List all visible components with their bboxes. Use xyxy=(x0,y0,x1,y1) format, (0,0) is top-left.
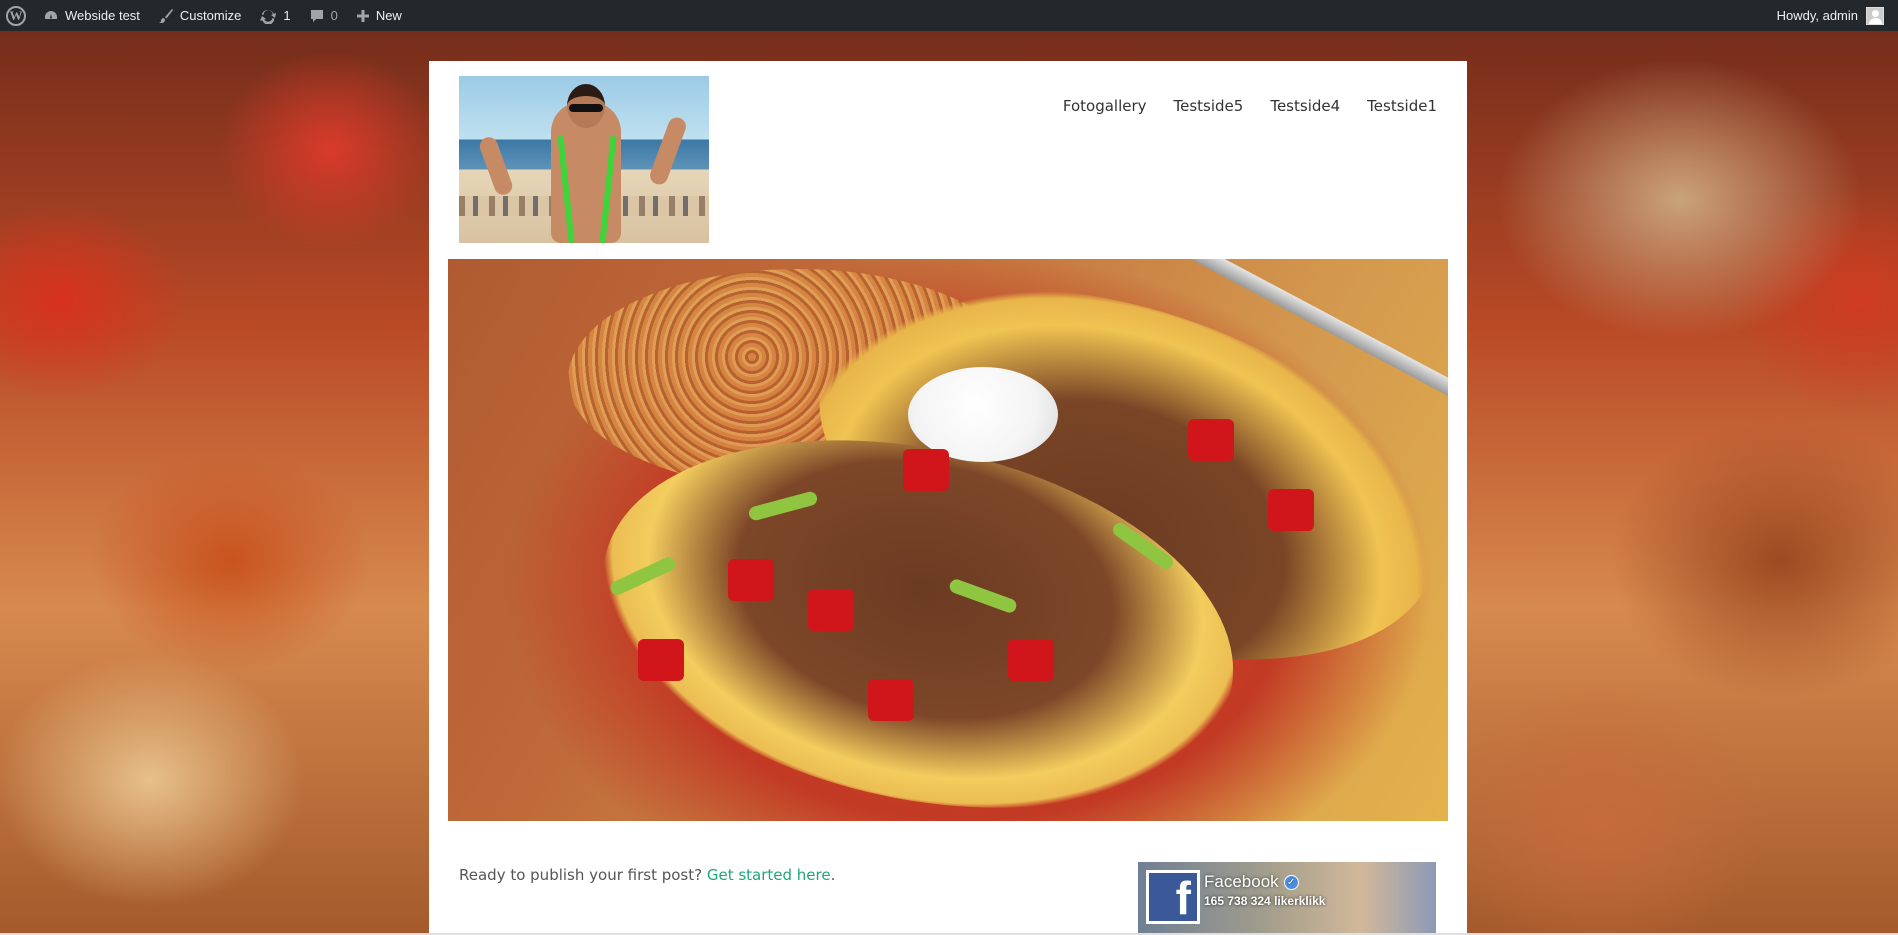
hero-sour-cream xyxy=(908,367,1058,462)
customize-label: Customize xyxy=(179,8,242,23)
hero-tomato xyxy=(1008,639,1054,681)
site-name-menu[interactable]: Webside test xyxy=(34,0,149,31)
logo-arm-right xyxy=(647,115,689,187)
verified-badge-icon: ✓ xyxy=(1283,874,1299,890)
nav-item-testside4[interactable]: Testside4 xyxy=(1243,97,1340,115)
new-label: New xyxy=(375,8,402,23)
nav-item-testside1[interactable]: Testside1 xyxy=(1340,97,1437,115)
site-header: Fotogallery Testside5 Testside4 Testside… xyxy=(429,61,1467,259)
hero-tomato xyxy=(638,639,684,681)
howdy-label: Howdy, admin xyxy=(1776,8,1858,23)
brush-icon xyxy=(158,8,174,24)
updates-button[interactable]: 1 xyxy=(250,0,299,31)
hero-tomato xyxy=(1188,419,1234,461)
my-account-menu[interactable]: Howdy, admin xyxy=(1777,0,1884,31)
wordpress-logo-icon[interactable]: W xyxy=(0,0,34,31)
new-content-button[interactable]: New xyxy=(347,0,411,31)
hero-image xyxy=(448,259,1448,821)
customize-button[interactable]: Customize xyxy=(149,0,250,31)
hero-tomato xyxy=(808,589,854,631)
intro-trailing: . xyxy=(830,866,836,884)
intro-text: Ready to publish your first post? xyxy=(459,866,707,884)
main-navigation: Fotogallery Testside5 Testside4 Testside… xyxy=(1036,97,1437,115)
hero-tomato xyxy=(728,559,774,601)
logo-glasses xyxy=(569,104,603,112)
hero-tomato xyxy=(1268,489,1314,531)
dashboard-icon xyxy=(43,8,59,24)
updates-count: 1 xyxy=(283,8,291,23)
site-name-label: Webside test xyxy=(65,8,140,23)
site-container: Fotogallery Testside5 Testside4 Testside… xyxy=(429,61,1467,935)
logo-arm-left xyxy=(477,134,515,198)
facebook-page-widget[interactable]: f Facebook ✓ 165 738 324 likerklikk xyxy=(1138,862,1436,935)
hero-tomato xyxy=(868,679,914,721)
site-logo[interactable] xyxy=(459,76,709,243)
plus-icon xyxy=(356,9,370,23)
facebook-page-name[interactable]: Facebook ✓ xyxy=(1204,872,1299,892)
get-started-link[interactable]: Get started here xyxy=(707,866,831,884)
nav-item-fotogallery[interactable]: Fotogallery xyxy=(1036,97,1147,115)
comments-count: 0 xyxy=(330,8,338,23)
comments-button[interactable]: 0 xyxy=(300,0,347,31)
entry-content: Ready to publish your first post? Get st… xyxy=(459,866,835,884)
hero-tomato xyxy=(903,449,949,491)
facebook-logo-icon: f xyxy=(1146,870,1200,924)
facebook-likes-count: 165 738 324 likerklikk xyxy=(1204,894,1326,908)
nav-item-testside5[interactable]: Testside5 xyxy=(1147,97,1244,115)
comment-icon xyxy=(309,8,325,24)
admin-bar: W Webside test Customize 1 0 New Howdy, … xyxy=(0,0,1898,31)
avatar xyxy=(1866,6,1884,25)
updates-icon xyxy=(259,8,277,24)
